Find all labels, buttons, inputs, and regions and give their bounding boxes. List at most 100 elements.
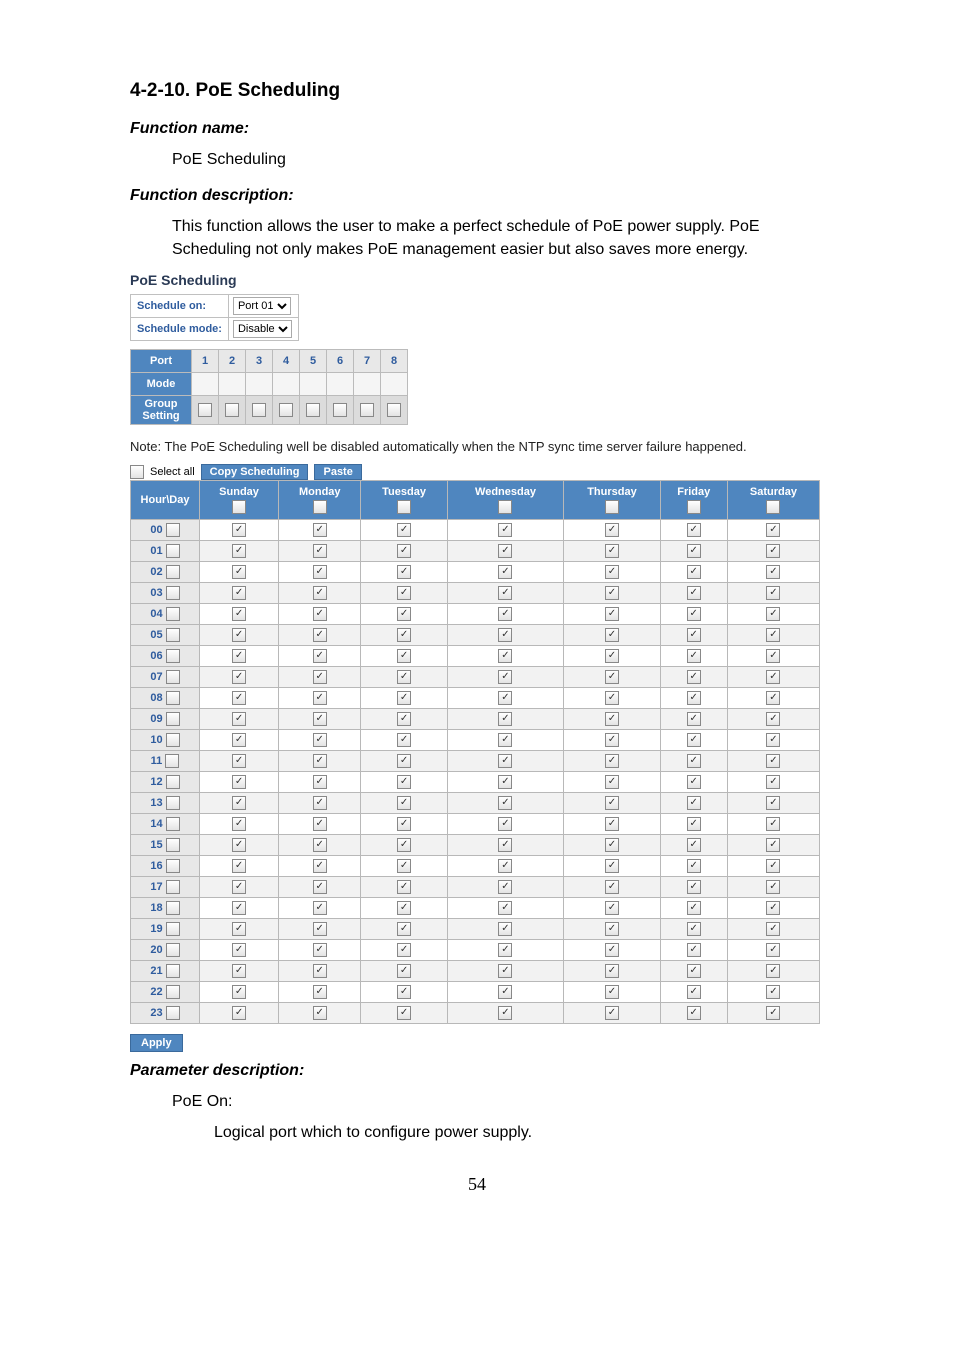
schedule-cell[interactable]	[279, 540, 361, 561]
schedule-cell-checkbox[interactable]	[687, 985, 701, 999]
schedule-cell[interactable]	[564, 666, 660, 687]
hour-label-cell[interactable]: 05	[131, 624, 200, 645]
schedule-cell-checkbox[interactable]	[687, 733, 701, 747]
schedule-cell[interactable]	[279, 834, 361, 855]
schedule-cell[interactable]	[200, 771, 279, 792]
schedule-cell-checkbox[interactable]	[232, 985, 246, 999]
schedule-cell-checkbox[interactable]	[397, 523, 411, 537]
group-checkbox-cell[interactable]	[192, 395, 219, 424]
schedule-cell-checkbox[interactable]	[397, 1006, 411, 1020]
schedule-cell[interactable]	[279, 624, 361, 645]
schedule-cell-checkbox[interactable]	[766, 1006, 780, 1020]
schedule-cell-checkbox[interactable]	[397, 712, 411, 726]
schedule-cell[interactable]	[361, 813, 447, 834]
schedule-cell[interactable]	[361, 645, 447, 666]
schedule-cell[interactable]	[279, 519, 361, 540]
schedule-cell-checkbox[interactable]	[397, 670, 411, 684]
schedule-cell-checkbox[interactable]	[766, 838, 780, 852]
hour-row-checkbox[interactable]	[166, 544, 180, 558]
schedule-cell[interactable]	[447, 729, 564, 750]
schedule-cell[interactable]	[564, 960, 660, 981]
schedule-cell[interactable]	[361, 939, 447, 960]
schedule-cell[interactable]	[361, 666, 447, 687]
schedule-cell-checkbox[interactable]	[397, 943, 411, 957]
schedule-cell[interactable]	[660, 708, 727, 729]
schedule-cell-checkbox[interactable]	[766, 544, 780, 558]
schedule-cell[interactable]	[200, 729, 279, 750]
schedule-cell[interactable]	[727, 729, 819, 750]
schedule-cell[interactable]	[200, 645, 279, 666]
group-checkbox-cell[interactable]	[327, 395, 354, 424]
schedule-cell-checkbox[interactable]	[313, 1006, 327, 1020]
schedule-cell-checkbox[interactable]	[766, 775, 780, 789]
hour-row-checkbox[interactable]	[166, 859, 180, 873]
schedule-cell[interactable]	[200, 624, 279, 645]
schedule-cell-checkbox[interactable]	[397, 544, 411, 558]
schedule-cell-checkbox[interactable]	[397, 880, 411, 894]
hour-row-checkbox[interactable]	[166, 943, 180, 957]
schedule-cell[interactable]	[361, 834, 447, 855]
schedule-cell[interactable]	[200, 708, 279, 729]
schedule-cell[interactable]	[727, 624, 819, 645]
schedule-cell[interactable]	[564, 834, 660, 855]
schedule-cell[interactable]	[660, 981, 727, 1002]
hour-row-checkbox[interactable]	[166, 838, 180, 852]
day-header-checkbox[interactable]	[766, 500, 780, 514]
schedule-cell[interactable]	[361, 981, 447, 1002]
schedule-cell-checkbox[interactable]	[766, 586, 780, 600]
schedule-cell[interactable]	[361, 876, 447, 897]
schedule-cell[interactable]	[564, 981, 660, 1002]
schedule-cell-checkbox[interactable]	[397, 733, 411, 747]
schedule-cell-checkbox[interactable]	[313, 523, 327, 537]
schedule-cell-checkbox[interactable]	[498, 796, 512, 810]
schedule-cell-checkbox[interactable]	[498, 754, 512, 768]
schedule-cell-checkbox[interactable]	[605, 964, 619, 978]
hour-label-cell[interactable]: 18	[131, 897, 200, 918]
schedule-cell-checkbox[interactable]	[766, 880, 780, 894]
hour-label-cell[interactable]: 08	[131, 687, 200, 708]
schedule-cell-checkbox[interactable]	[766, 649, 780, 663]
schedule-cell-checkbox[interactable]	[232, 796, 246, 810]
schedule-cell[interactable]	[447, 960, 564, 981]
schedule-cell-checkbox[interactable]	[605, 901, 619, 915]
schedule-cell[interactable]	[361, 750, 447, 771]
schedule-cell[interactable]	[279, 855, 361, 876]
hour-row-checkbox[interactable]	[166, 691, 180, 705]
schedule-cell-checkbox[interactable]	[766, 922, 780, 936]
schedule-cell[interactable]	[447, 792, 564, 813]
schedule-cell-checkbox[interactable]	[498, 649, 512, 663]
schedule-cell-checkbox[interactable]	[605, 817, 619, 831]
schedule-cell-checkbox[interactable]	[397, 901, 411, 915]
hour-row-checkbox[interactable]	[166, 901, 180, 915]
schedule-cell[interactable]	[279, 918, 361, 939]
schedule-cell-checkbox[interactable]	[605, 733, 619, 747]
group-checkbox-cell[interactable]	[219, 395, 246, 424]
schedule-cell[interactable]	[279, 687, 361, 708]
schedule-cell-checkbox[interactable]	[687, 775, 701, 789]
schedule-cell[interactable]	[279, 666, 361, 687]
schedule-cell[interactable]	[200, 897, 279, 918]
day-header-checkbox[interactable]	[232, 500, 246, 514]
schedule-cell-checkbox[interactable]	[397, 838, 411, 852]
schedule-on-select[interactable]: Port 01	[233, 297, 291, 315]
schedule-cell[interactable]	[660, 561, 727, 582]
schedule-cell[interactable]	[660, 897, 727, 918]
schedule-cell[interactable]	[200, 939, 279, 960]
schedule-cell[interactable]	[727, 645, 819, 666]
schedule-cell-checkbox[interactable]	[232, 586, 246, 600]
schedule-cell[interactable]	[564, 750, 660, 771]
schedule-cell-checkbox[interactable]	[605, 796, 619, 810]
schedule-cell-checkbox[interactable]	[498, 565, 512, 579]
schedule-cell-checkbox[interactable]	[605, 712, 619, 726]
schedule-cell-checkbox[interactable]	[498, 985, 512, 999]
schedule-cell-checkbox[interactable]	[605, 544, 619, 558]
schedule-cell-checkbox[interactable]	[605, 838, 619, 852]
schedule-cell-checkbox[interactable]	[397, 817, 411, 831]
schedule-cell-checkbox[interactable]	[397, 922, 411, 936]
schedule-cell-checkbox[interactable]	[313, 565, 327, 579]
schedule-cell-checkbox[interactable]	[498, 523, 512, 537]
schedule-cell[interactable]	[200, 561, 279, 582]
schedule-cell[interactable]	[361, 729, 447, 750]
schedule-cell-checkbox[interactable]	[498, 922, 512, 936]
schedule-cell[interactable]	[200, 687, 279, 708]
